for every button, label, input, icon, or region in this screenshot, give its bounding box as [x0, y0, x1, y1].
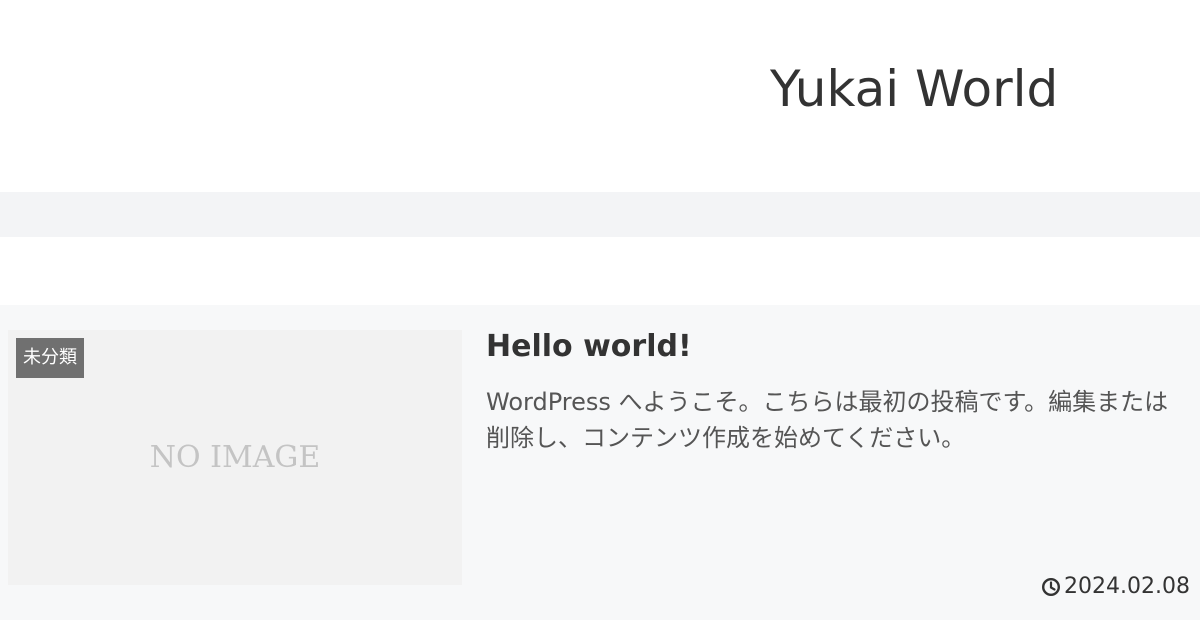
post-date-text: 2024.02.08	[1064, 574, 1190, 599]
clock-icon	[1042, 577, 1061, 597]
post-excerpt: WordPress へようこそ。こちらは最初の投稿です。編集または削除し、コンテ…	[486, 388, 1169, 452]
site-title[interactable]: Yukai World	[770, 58, 1058, 120]
post-title[interactable]: Hello world!	[486, 325, 692, 369]
navigation-bar	[0, 192, 1200, 237]
no-image-placeholder: NO IMAGE	[149, 440, 321, 475]
site-header: Yukai World	[0, 0, 1200, 192]
post-date: 2024.02.08	[1041, 573, 1190, 601]
post-thumbnail[interactable]: NO IMAGE 未分類	[8, 330, 462, 585]
category-badge[interactable]: 未分類	[16, 338, 84, 378]
